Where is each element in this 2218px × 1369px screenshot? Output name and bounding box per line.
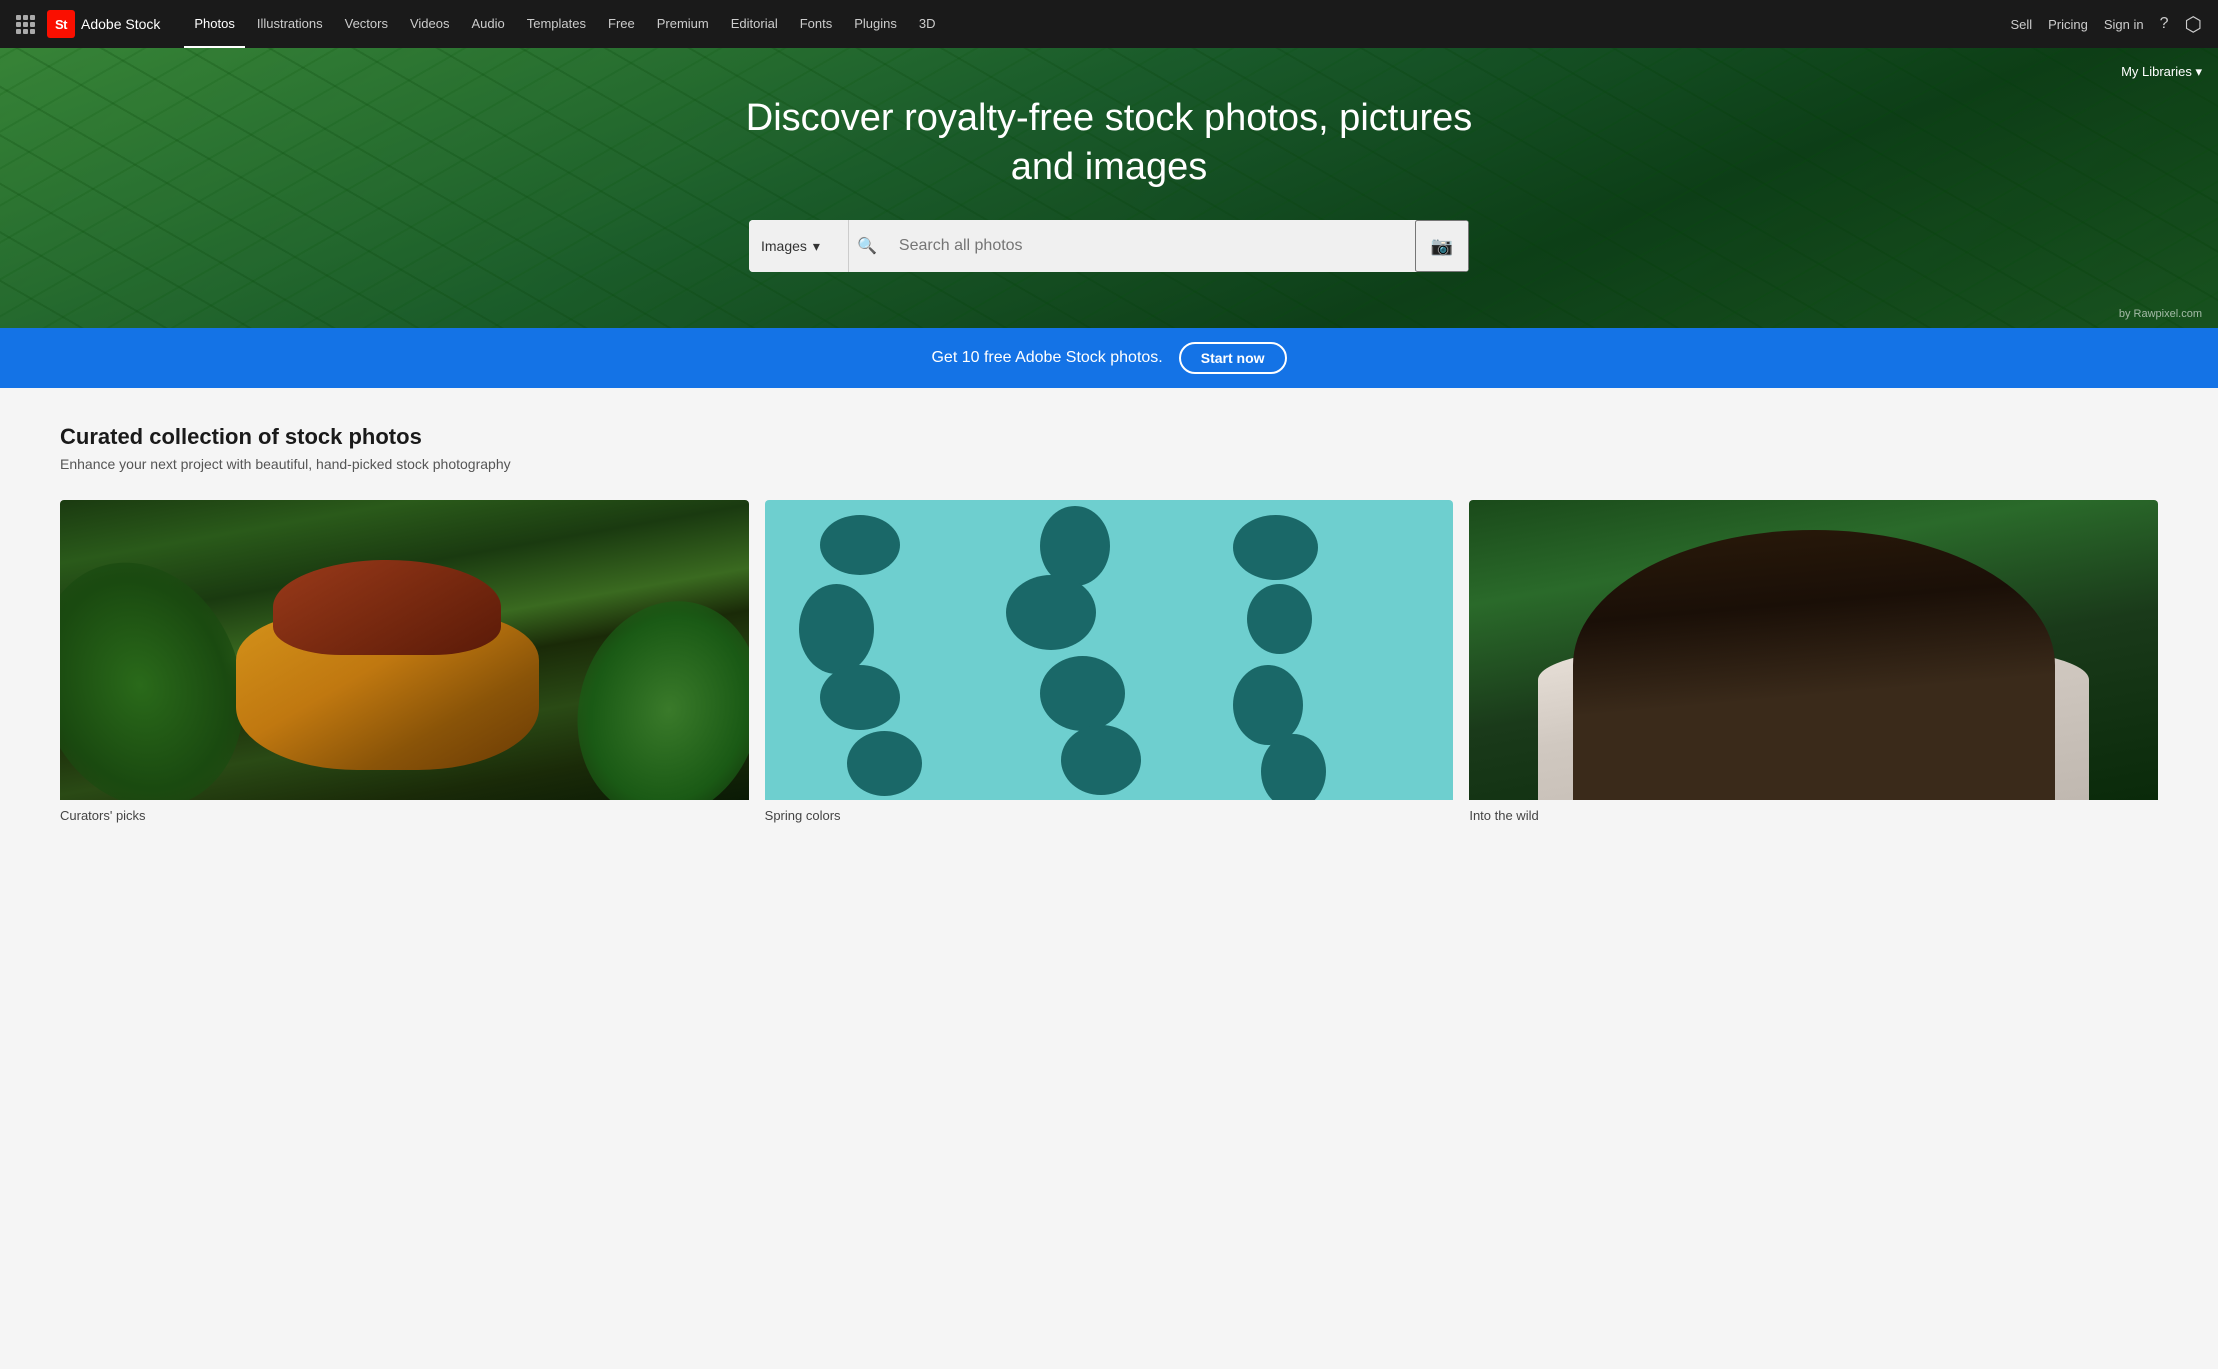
nav-link-vectors[interactable]: Vectors <box>335 0 398 48</box>
brand-name: Adobe Stock <box>81 16 160 32</box>
nav-links: Photos Illustrations Vectors Videos Audi… <box>184 0 945 48</box>
help-icon[interactable]: ? <box>2160 15 2169 33</box>
blob-12 <box>1261 734 1326 800</box>
photo-image-1 <box>60 500 749 800</box>
blob-8 <box>1040 656 1125 731</box>
blob-10 <box>847 731 922 796</box>
hero-title: Discover royalty-free stock photos, pict… <box>709 94 1509 193</box>
my-libraries-btn[interactable]: My Libraries ▾ <box>2121 64 2202 80</box>
photo-label-1: Curators' picks <box>60 800 749 823</box>
grid-menu-icon[interactable] <box>16 15 35 34</box>
promo-text: Get 10 free Adobe Stock photos. <box>931 349 1162 367</box>
photo-image-2 <box>765 500 1454 800</box>
section-subtitle: Enhance your next project with beautiful… <box>60 456 2158 472</box>
start-now-button[interactable]: Start now <box>1179 342 1287 374</box>
photo-image-3 <box>1469 500 2158 800</box>
nav-link-templates[interactable]: Templates <box>517 0 596 48</box>
photo-card-3[interactable]: Into the wild <box>1469 500 2158 823</box>
adobe-icon[interactable]: ⬡ <box>2185 12 2202 37</box>
nav-signin-link[interactable]: Sign in <box>2104 17 2144 32</box>
hair-shape <box>273 560 500 655</box>
watermark: by Rawpixel.com <box>2119 308 2202 320</box>
search-type-dropdown[interactable]: Images ▾ <box>749 220 849 272</box>
camera-icon: 📷 <box>1431 236 1453 257</box>
woman-figure <box>198 560 577 770</box>
photo-label-2: Spring colors <box>765 800 1454 823</box>
nav-logo[interactable]: St Adobe Stock <box>47 10 160 38</box>
nav-link-illustrations[interactable]: Illustrations <box>247 0 333 48</box>
nav-pricing-link[interactable]: Pricing <box>2048 17 2088 32</box>
main-content: Curated collection of stock photos Enhan… <box>0 388 2218 863</box>
blob-9 <box>1233 665 1303 745</box>
nav-link-audio[interactable]: Audio <box>462 0 515 48</box>
search-icon: 🔍 <box>849 236 885 256</box>
nav-link-fonts[interactable]: Fonts <box>790 0 843 48</box>
nav-link-plugins[interactable]: Plugins <box>844 0 907 48</box>
photo-card-1[interactable]: Curators' picks <box>60 500 749 823</box>
search-input[interactable] <box>885 220 1415 272</box>
navbar: St Adobe Stock Photos Illustrations Vect… <box>0 0 2218 48</box>
blob-5 <box>1006 575 1096 650</box>
search-bar: Images ▾ 🔍 📷 <box>749 220 1469 272</box>
logo-text: St <box>55 17 67 32</box>
camera-search-button[interactable]: 📷 <box>1415 220 1469 272</box>
blob-4 <box>799 584 874 674</box>
photo-grid: Curators' picks Spring colors <box>60 500 2158 823</box>
search-type-label: Images <box>761 238 807 254</box>
blob-6 <box>1247 584 1312 654</box>
nav-link-free[interactable]: Free <box>598 0 645 48</box>
nav-link-editorial[interactable]: Editorial <box>721 0 788 48</box>
photo-label-3: Into the wild <box>1469 800 2158 823</box>
fern-decoration-2 <box>553 580 748 800</box>
nav-right: Sell Pricing Sign in ? ⬡ <box>2010 12 2202 37</box>
nav-link-photos[interactable]: Photos <box>184 0 244 48</box>
promo-banner: Get 10 free Adobe Stock photos. Start no… <box>0 328 2218 388</box>
person-bg <box>1573 530 2055 800</box>
blob-3 <box>1233 515 1318 580</box>
nav-sell-link[interactable]: Sell <box>2010 17 2032 32</box>
blob-2 <box>1040 506 1110 586</box>
blob-1 <box>820 515 900 575</box>
nav-link-videos[interactable]: Videos <box>400 0 460 48</box>
logo-box: St <box>47 10 75 38</box>
blob-7 <box>820 665 900 730</box>
nav-left: St Adobe Stock Photos Illustrations Vect… <box>16 0 946 48</box>
section-title: Curated collection of stock photos <box>60 424 2158 450</box>
chevron-down-icon: ▾ <box>813 238 820 255</box>
nav-link-3d[interactable]: 3D <box>909 0 946 48</box>
blob-11 <box>1061 725 1141 795</box>
hero-section: My Libraries ▾ Discover royalty-free sto… <box>0 48 2218 328</box>
nav-link-premium[interactable]: Premium <box>647 0 719 48</box>
photo-card-2[interactable]: Spring colors <box>765 500 1454 823</box>
